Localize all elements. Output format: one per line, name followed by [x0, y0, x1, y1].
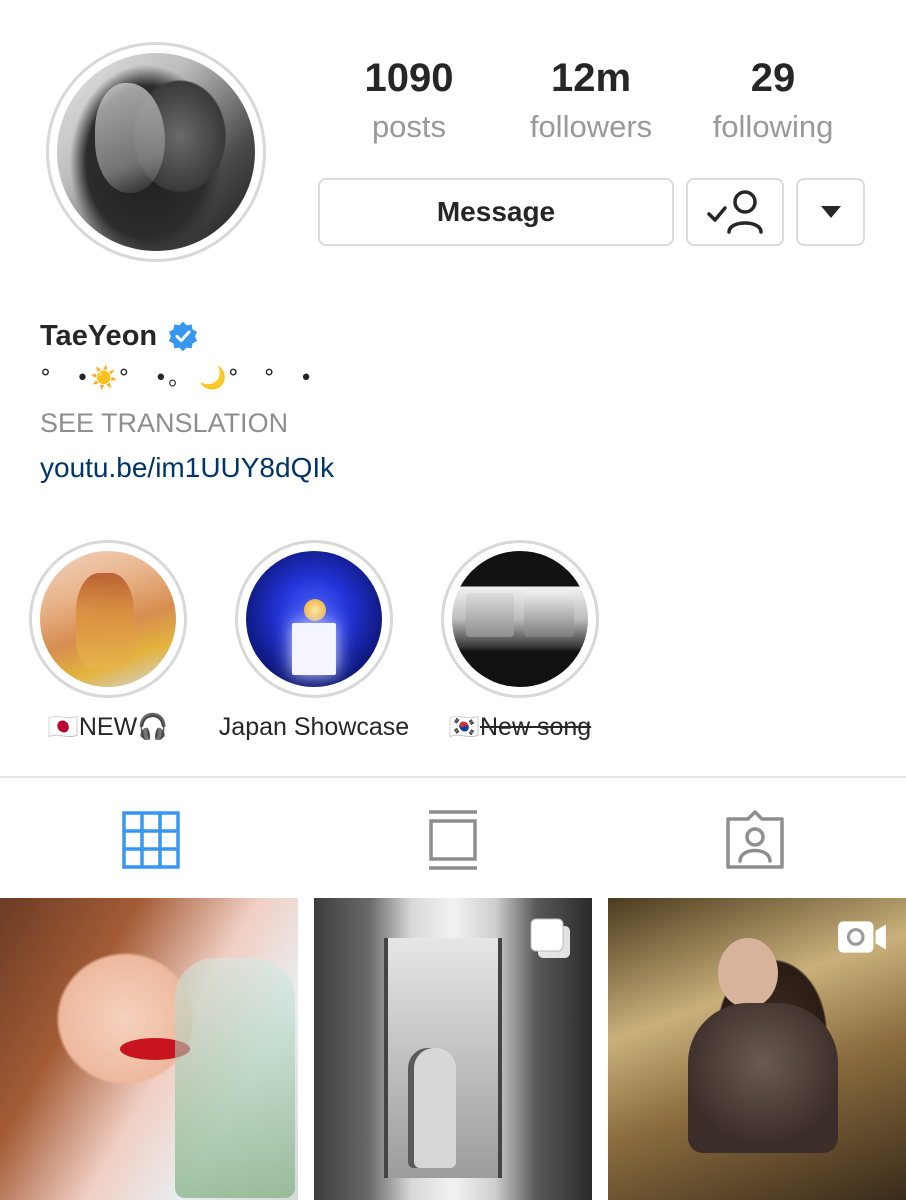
highlight-ring [441, 540, 599, 698]
highlight-ring [29, 540, 187, 698]
bio-link[interactable]: youtu.be/im1UUY8dQIk [40, 452, 860, 488]
message-button[interactable]: Message [318, 178, 674, 246]
stat-posts-value: 1090 [364, 56, 454, 100]
post-thumbnail[interactable] [314, 898, 592, 1200]
person-check-icon [707, 190, 763, 234]
feed-icon [429, 810, 477, 870]
tab-tagged[interactable] [604, 800, 906, 880]
highlight-new-song[interactable]: 🇰🇷New song [420, 540, 620, 744]
highlight-ring [235, 540, 393, 698]
highlight-label-text: NEW🎧 [78, 713, 169, 741]
video-icon [838, 921, 886, 953]
see-translation-link[interactable]: SEE TRANSLATION [40, 408, 860, 442]
highlight-label: 🇯🇵NEW🎧 [8, 710, 208, 744]
verified-badge-icon [169, 321, 198, 352]
stat-posts[interactable]: 1090 posts [318, 52, 500, 150]
highlight-cover [246, 551, 382, 687]
name-row: TaeYeon [40, 318, 860, 354]
korea-flag-icon: 🇰🇷 [448, 713, 480, 741]
more-options-button[interactable] [796, 178, 865, 246]
highlight-cover [452, 551, 588, 687]
highlight-label: 🇰🇷New song [420, 710, 620, 744]
profile-avatar[interactable] [46, 42, 266, 262]
avatar-image [57, 53, 255, 251]
post-thumbnail[interactable] [0, 898, 298, 1200]
profile-stats: 1090 posts 12m followers 29 following [318, 52, 866, 162]
highlight-new[interactable]: 🇯🇵NEW🎧 [8, 540, 208, 744]
tab-feed[interactable] [302, 800, 604, 880]
stat-followers[interactable]: 12m followers [500, 52, 682, 150]
stat-following-value: 29 [750, 56, 796, 100]
highlight-label-text: Japan Showcase [218, 713, 410, 741]
japan-flag-icon: 🇯🇵 [47, 713, 79, 741]
highlight-japan-showcase[interactable]: Japan Showcase [214, 540, 414, 744]
stat-posts-label: posts [371, 109, 447, 144]
stat-followers-value: 12m [550, 56, 632, 100]
caret-down-icon [820, 206, 841, 218]
highlight-label: Japan Showcase [214, 710, 414, 744]
post-thumbnail[interactable] [608, 898, 906, 1200]
username: TaeYeon [40, 319, 158, 352]
bio-text: ° •☀️° •。 🌙° ° • [40, 366, 314, 391]
highlight-cover [40, 551, 176, 687]
highlight-label-text: New song [479, 713, 592, 741]
stat-following[interactable]: 29 following [682, 52, 864, 150]
grid-icon [122, 811, 180, 869]
section-divider [0, 776, 906, 778]
tab-grid[interactable] [0, 800, 302, 880]
profile-bio: TaeYeon ° •☀️° •。 🌙° ° • SEE TRANSLATION… [40, 318, 860, 488]
carousel-icon [530, 918, 570, 958]
stat-followers-label: followers [529, 109, 653, 144]
tagged-icon [726, 810, 784, 869]
following-button[interactable] [686, 178, 784, 246]
stat-following-label: following [712, 109, 834, 144]
